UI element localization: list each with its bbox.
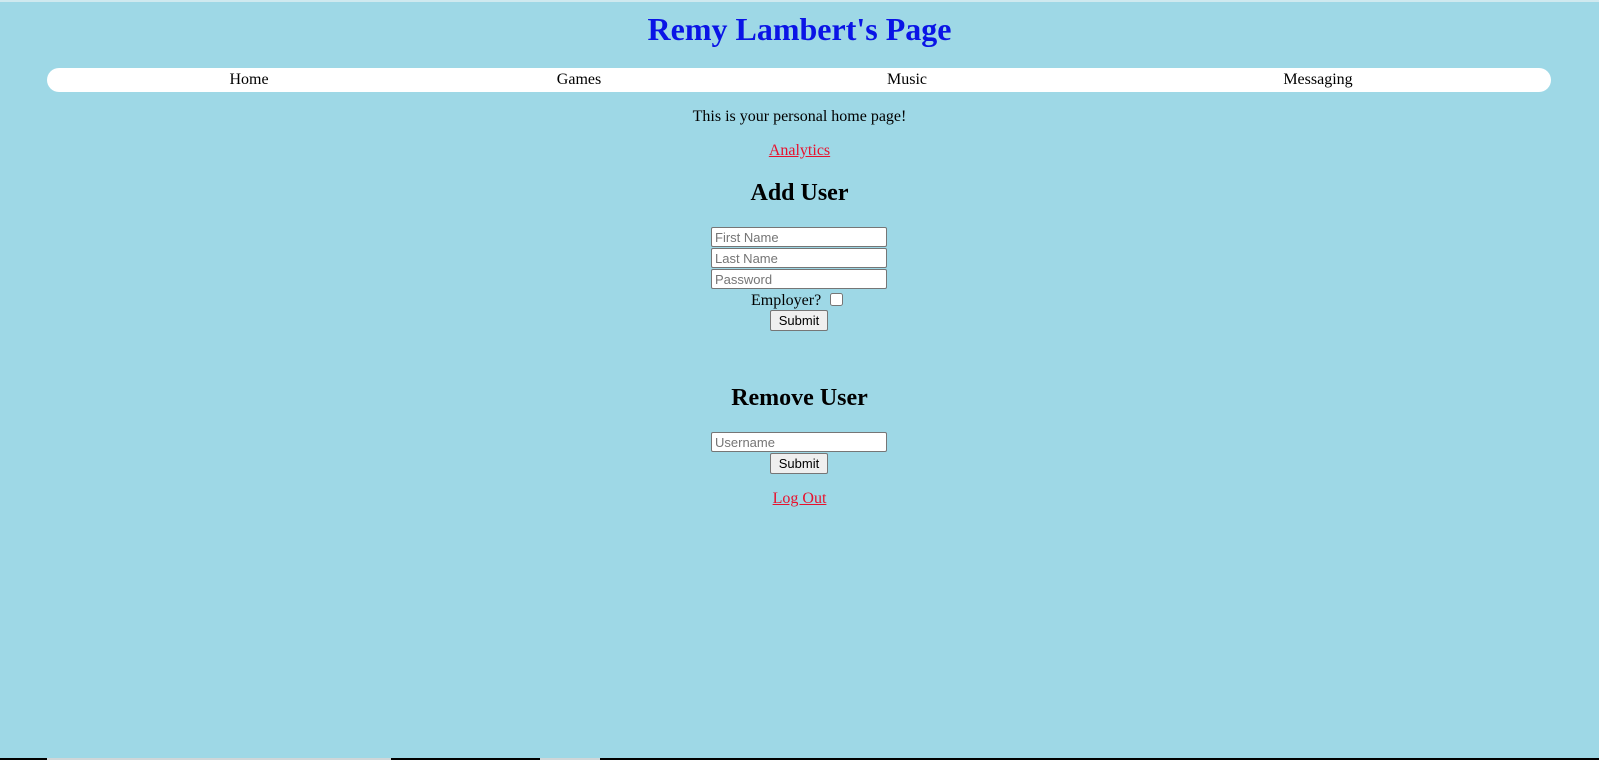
nav-item-games[interactable]: Games — [529, 68, 629, 92]
last-name-field[interactable] — [711, 248, 887, 268]
remove-user-heading: Remove User — [731, 385, 868, 411]
password-field[interactable] — [711, 269, 887, 289]
employer-label: Employer? — [751, 292, 822, 309]
top-border — [0, 0, 1599, 2]
employer-checkbox[interactable] — [830, 293, 843, 306]
add-user-submit-button[interactable]: Submit — [770, 310, 828, 331]
logout-link[interactable]: Log Out — [773, 490, 827, 507]
nav-item-music[interactable]: Music — [857, 68, 957, 92]
nav-item-home[interactable]: Home — [203, 68, 295, 92]
page-title: Remy Lambert's Page — [647, 11, 952, 47]
intro-text: This is your personal home page! — [692, 108, 907, 125]
nav-item-messaging[interactable]: Messaging — [1263, 68, 1373, 92]
navbar: Home Games Music Messaging — [47, 68, 1551, 92]
analytics-link[interactable]: Analytics — [769, 142, 830, 159]
first-name-field[interactable] — [711, 227, 887, 247]
add-user-heading: Add User — [750, 180, 849, 206]
remove-user-submit-button[interactable]: Submit — [770, 453, 828, 474]
logout-row: Log Out — [0, 489, 1599, 509]
analytics-row: Analytics — [0, 141, 1599, 161]
username-field[interactable] — [711, 432, 887, 452]
